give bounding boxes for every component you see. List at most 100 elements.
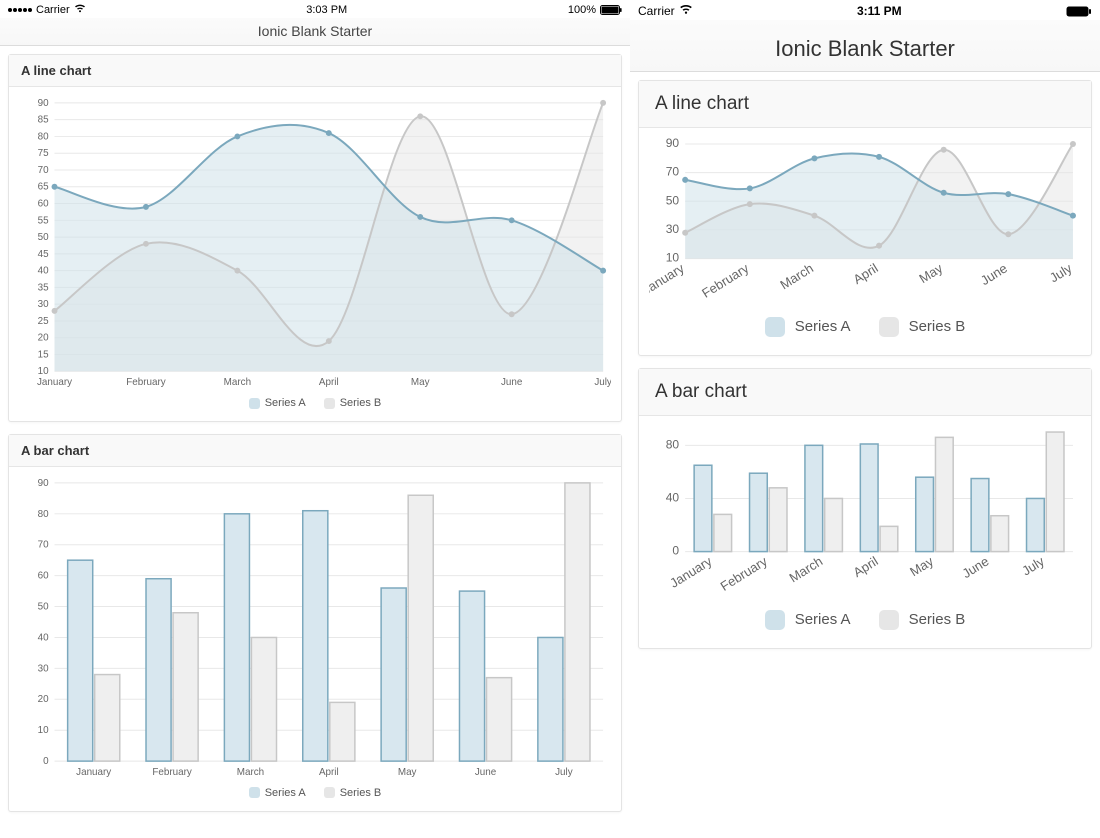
svg-text:March: March [787,553,826,585]
svg-text:30: 30 [666,222,680,236]
line-chart-card: A line chart 10 15 20 25 30 35 40 45 50 55 60 65 70 7… [8,54,622,422]
pane-left: Carrier 3:03 PM 100% Ionic Blank Starter… [0,0,630,838]
nav-title: Ionic Blank Starter [630,20,1100,72]
svg-text:60: 60 [38,198,49,209]
svg-text:0: 0 [43,756,49,767]
svg-text:50: 50 [38,232,49,243]
svg-text:90: 90 [38,478,49,489]
card-header: A line chart [9,55,621,87]
swatch-icon [879,317,899,337]
svg-text:25: 25 [38,316,49,327]
legend-item-a: Series A [249,787,306,799]
bar-chart-card: A bar chart 04080JanuaryFebruaryMarchApr… [638,368,1092,649]
svg-text:70: 70 [38,165,49,176]
svg-text:10: 10 [38,725,49,736]
svg-text:75: 75 [38,148,49,159]
svg-text:June: June [475,767,497,778]
svg-text:June: June [978,260,1010,288]
svg-text:55: 55 [38,215,49,226]
svg-text:60: 60 [38,571,49,582]
svg-text:May: May [907,553,936,579]
card-header: A bar chart [639,369,1091,416]
status-bar: Carrier 3:03 PM 100% [0,0,630,18]
swatch-icon [324,398,335,409]
svg-text:April: April [851,553,881,580]
svg-text:February: February [718,553,771,594]
svg-text:January: January [76,767,111,778]
battery-icon [1066,6,1092,17]
svg-text:70: 70 [38,540,49,551]
svg-text:40: 40 [38,632,49,643]
svg-text:30: 30 [38,299,49,310]
svg-text:80: 80 [666,437,680,451]
svg-text:April: April [319,377,339,388]
svg-text:January: January [649,260,687,298]
carrier-label: Carrier [638,4,675,18]
svg-text:March: March [777,260,816,292]
status-time: 3:11 PM [857,4,902,18]
svg-text:July: July [1047,260,1075,285]
svg-text:April: April [851,260,881,287]
svg-text:June: June [960,553,992,581]
svg-text:April: April [319,767,339,778]
svg-text:45: 45 [38,249,49,260]
battery-icon [600,5,622,15]
status-time: 3:03 PM [306,4,347,16]
line-chart: 1015202530354045505560657075808590Januar… [19,95,611,391]
swatch-icon [249,787,260,798]
swatch-icon [765,317,785,337]
content[interactable]: A line chart 10 15 20 25 30 35 40 45 50 55 60 65 70 7… [0,46,630,838]
svg-text:80: 80 [38,509,49,520]
svg-text:July: July [555,767,573,778]
pane-right: Carrier 3:11 PM Ionic Blank Starter A li… [630,0,1100,838]
svg-text:July: July [1019,553,1047,578]
carrier-label: Carrier [36,4,70,16]
svg-text:January: January [37,377,72,388]
svg-text:May: May [411,377,430,388]
svg-text:50: 50 [38,602,49,613]
svg-text:February: February [152,767,192,778]
svg-text:July: July [594,377,611,388]
svg-text:May: May [398,767,417,778]
svg-text:65: 65 [38,182,49,193]
svg-text:February: February [126,377,166,388]
svg-text:March: March [237,767,264,778]
legend-item-a: Series A [249,397,306,409]
bar-chart-card: A bar chart 0102030405060708090JanuaryFe… [8,434,622,812]
svg-text:35: 35 [38,282,49,293]
svg-text:May: May [916,260,945,286]
bar-chart: 04080JanuaryFebruaryMarchAprilMayJuneJul… [649,424,1081,600]
card-header: A line chart [639,81,1091,128]
status-bar: Carrier 3:11 PM [630,0,1100,20]
svg-text:February: February [699,260,752,301]
chart-legend: Series A Series B [19,391,611,417]
wifi-icon [74,4,86,16]
legend-item-b: Series B [324,787,382,799]
svg-text:40: 40 [666,490,680,504]
svg-text:20: 20 [38,333,49,344]
swatch-icon [879,610,899,630]
svg-text:15: 15 [38,349,49,360]
swatch-icon [324,787,335,798]
chart-legend: Series A Series B [649,307,1081,351]
legend-item-b: Series B [324,397,382,409]
svg-text:85: 85 [38,115,49,126]
svg-text:90: 90 [666,136,680,150]
svg-text:30: 30 [38,663,49,674]
svg-text:20: 20 [38,694,49,705]
svg-text:0: 0 [672,543,679,557]
signal-icon [8,8,32,12]
legend-item-a: Series A [765,317,851,337]
svg-text:70: 70 [666,165,680,179]
svg-text:June: June [501,377,523,388]
legend-item-b: Series B [879,317,966,337]
swatch-icon [765,610,785,630]
battery-percent: 100% [568,4,596,16]
content[interactable]: A line chart 1030507090JanuaryFebruaryMa… [630,72,1100,838]
svg-text:90: 90 [38,98,49,109]
wifi-icon [679,4,693,18]
svg-text:10: 10 [38,366,49,377]
bar-chart: 0 10 20 30 40 50 60 70 80 90 January February March A… [19,475,611,781]
svg-text:40: 40 [38,266,49,277]
chart-legend: Series A Series B [19,781,611,807]
